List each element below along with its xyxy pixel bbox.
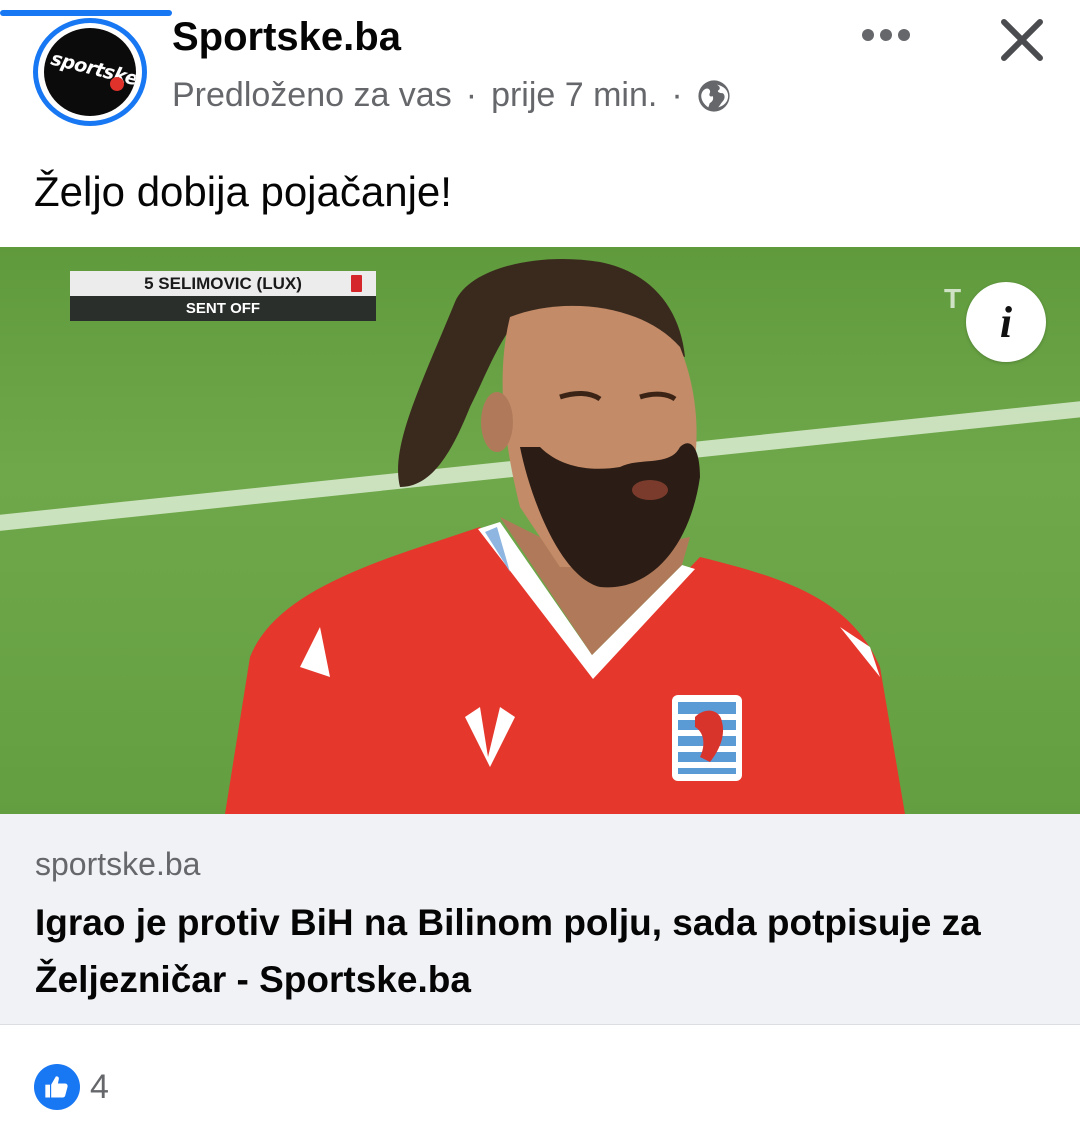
overlay-status: SENT OFF [70,296,376,321]
meta-separator: · [465,76,478,114]
post-header: sportske Sportske.ba Predloženo za vas ·… [0,0,1080,150]
link-preview[interactable]: sportske.ba Igrao je protiv BiH na Bilin… [0,814,1080,1025]
page-name[interactable]: Sportske.ba [172,15,401,60]
info-button[interactable]: i [966,282,1046,362]
suggested-label: Predloženo za vas [172,76,452,114]
meta-separator-2: · [671,76,683,114]
post-meta: Predloženo za vas · prije 7 min. · [172,76,731,115]
post-text: Željo dobija pojačanje! [34,168,452,215]
post-image[interactable]: 5 SELIMOVIC (LUX) SENT OFF T i [0,247,1080,814]
globe-icon [697,79,731,113]
overlay-player: 5 SELIMOVIC (LUX) [70,271,376,296]
like-icon [34,1064,80,1110]
reactions-summary[interactable]: 4 [34,1064,109,1110]
page-avatar[interactable]: sportske [33,18,147,126]
red-card-icon [351,275,362,292]
like-count: 4 [90,1067,109,1106]
broadcast-overlay: 5 SELIMOVIC (LUX) SENT OFF [70,271,376,321]
info-icon: i [999,297,1013,347]
link-domain: sportske.ba [35,846,201,882]
close-icon[interactable] [996,14,1048,66]
avatar-logo: sportske [44,28,136,116]
post-time[interactable]: prije 7 min. [491,76,657,115]
link-title: Igrao je protiv BiH na Bilinom polju, sa… [35,902,981,1000]
divider [0,1024,1080,1025]
more-dots-icon[interactable] [862,25,914,45]
player-photo [225,258,905,814]
